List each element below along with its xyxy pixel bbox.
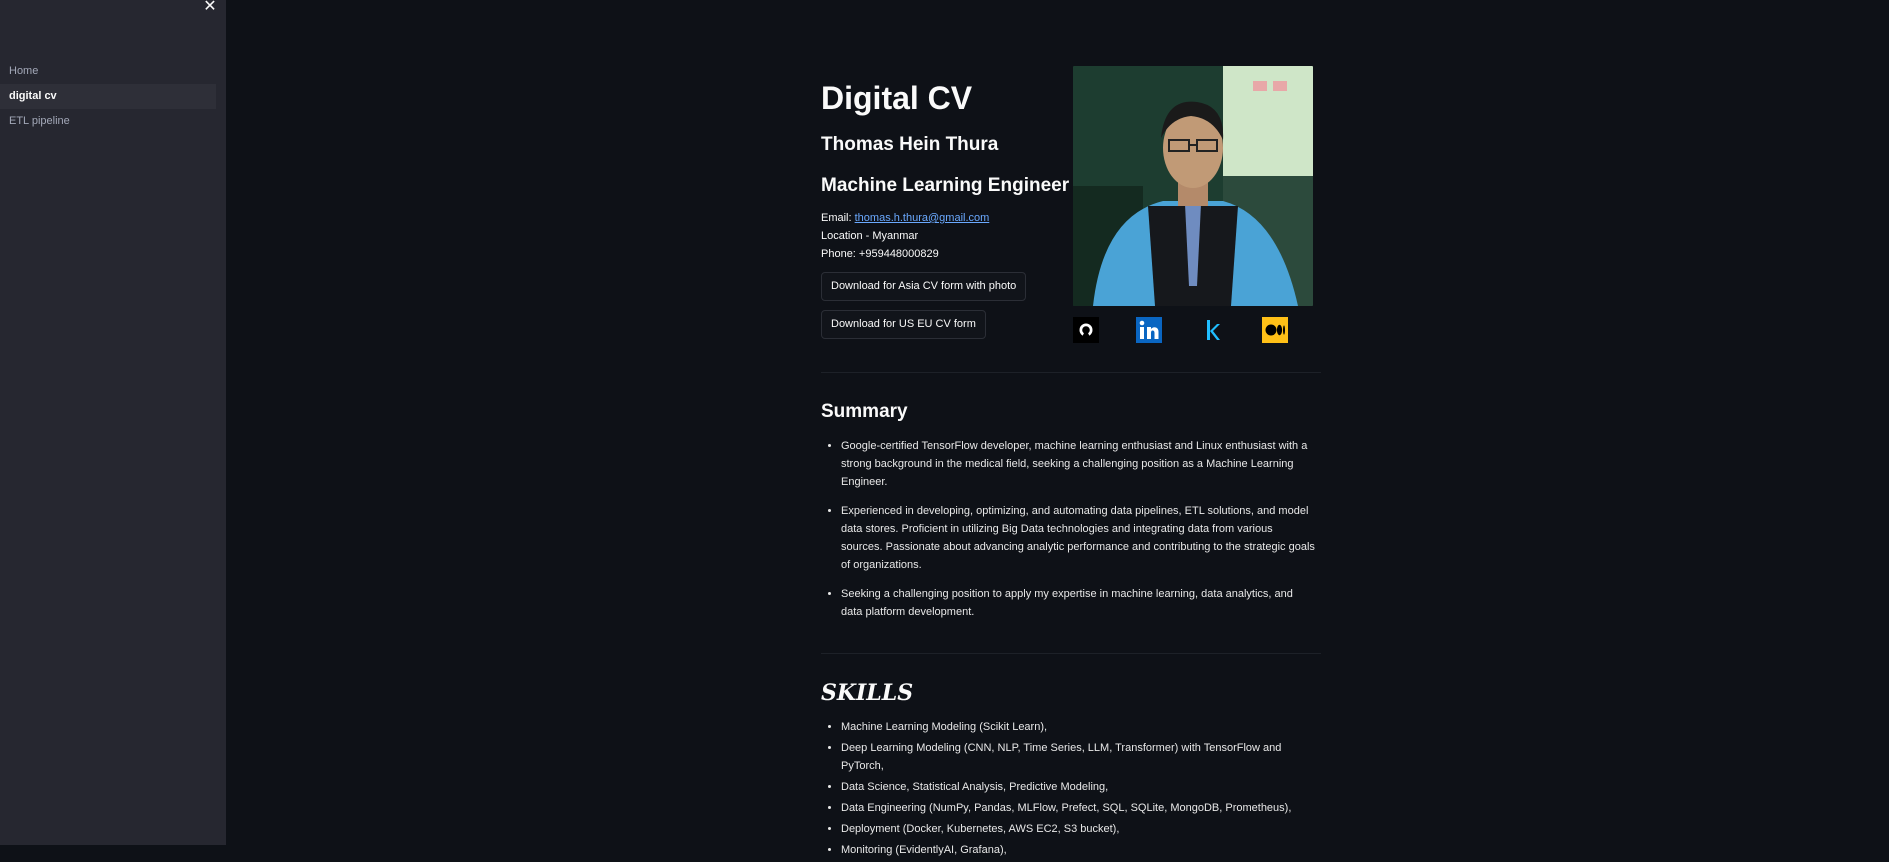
- list-item: Data Science, Statistical Analysis, Pred…: [841, 778, 1321, 796]
- job-title: Machine Learning Engineer: [821, 175, 1070, 196]
- phone-text: Phone: +959448000829: [821, 248, 939, 260]
- sidebar-item-etl-pipeline[interactable]: ETL pipeline: [0, 109, 216, 134]
- download-asia-cv-button[interactable]: Download for Asia CV form with photo: [821, 272, 1027, 301]
- close-icon[interactable]: ✕: [203, 0, 217, 15]
- divider: [821, 653, 1321, 654]
- main-area: Digital CV Thomas Hein Thura Machine Lea…: [226, 0, 1889, 856]
- list-item: Seeking a challenging position to apply …: [841, 585, 1316, 621]
- linkedin-icon[interactable]: [1136, 317, 1162, 343]
- list-item: Monitoring (EvidentlyAI, Grafana),: [841, 841, 1321, 859]
- sidebar: ✕ Home digital cv ETL pipeline: [0, 0, 226, 845]
- sidebar-nav: Home digital cv ETL pipeline: [0, 59, 216, 134]
- list-item: Experienced in developing, optimizing, a…: [841, 502, 1316, 574]
- location-text: Location - Myanmar: [821, 230, 919, 242]
- skills-heading: SKILLS: [821, 680, 914, 706]
- skills-list: Machine Learning Modeling (Scikit Learn)…: [821, 718, 1321, 862]
- email-label: Email:: [821, 212, 852, 224]
- list-item: Machine Learning Modeling (Scikit Learn)…: [841, 718, 1321, 736]
- kaggle-icon[interactable]: [1199, 317, 1225, 343]
- summary-list: Google-certified TensorFlow developer, m…: [821, 437, 1316, 632]
- github-icon[interactable]: [1073, 317, 1099, 343]
- sidebar-item-home[interactable]: Home: [0, 59, 216, 84]
- sidebar-item-digital-cv[interactable]: digital cv: [0, 84, 216, 109]
- summary-heading: Summary: [821, 401, 908, 422]
- email-link[interactable]: thomas.h.thura@gmail.com: [855, 212, 990, 224]
- page-title: Digital CV: [821, 80, 973, 116]
- profile-photo: [1073, 66, 1313, 306]
- list-item: Deep Learning Modeling (CNN, NLP, Time S…: [841, 739, 1321, 775]
- social-links: [1073, 317, 1313, 343]
- download-us-eu-cv-button[interactable]: Download for US EU CV form: [821, 310, 986, 339]
- divider: [821, 372, 1321, 373]
- list-item: Data Engineering (NumPy, Pandas, MLFlow,…: [841, 799, 1321, 817]
- email-line: Email: thomas.h.thura@gmail.com: [821, 209, 989, 227]
- contact-info: Email: thomas.h.thura@gmail.com Location…: [821, 209, 989, 263]
- list-item: Google-certified TensorFlow developer, m…: [841, 437, 1316, 491]
- medium-icon[interactable]: [1262, 317, 1288, 343]
- list-item: Deployment (Docker, Kubernetes, AWS EC2,…: [841, 820, 1321, 838]
- person-name: Thomas Hein Thura: [821, 134, 999, 155]
